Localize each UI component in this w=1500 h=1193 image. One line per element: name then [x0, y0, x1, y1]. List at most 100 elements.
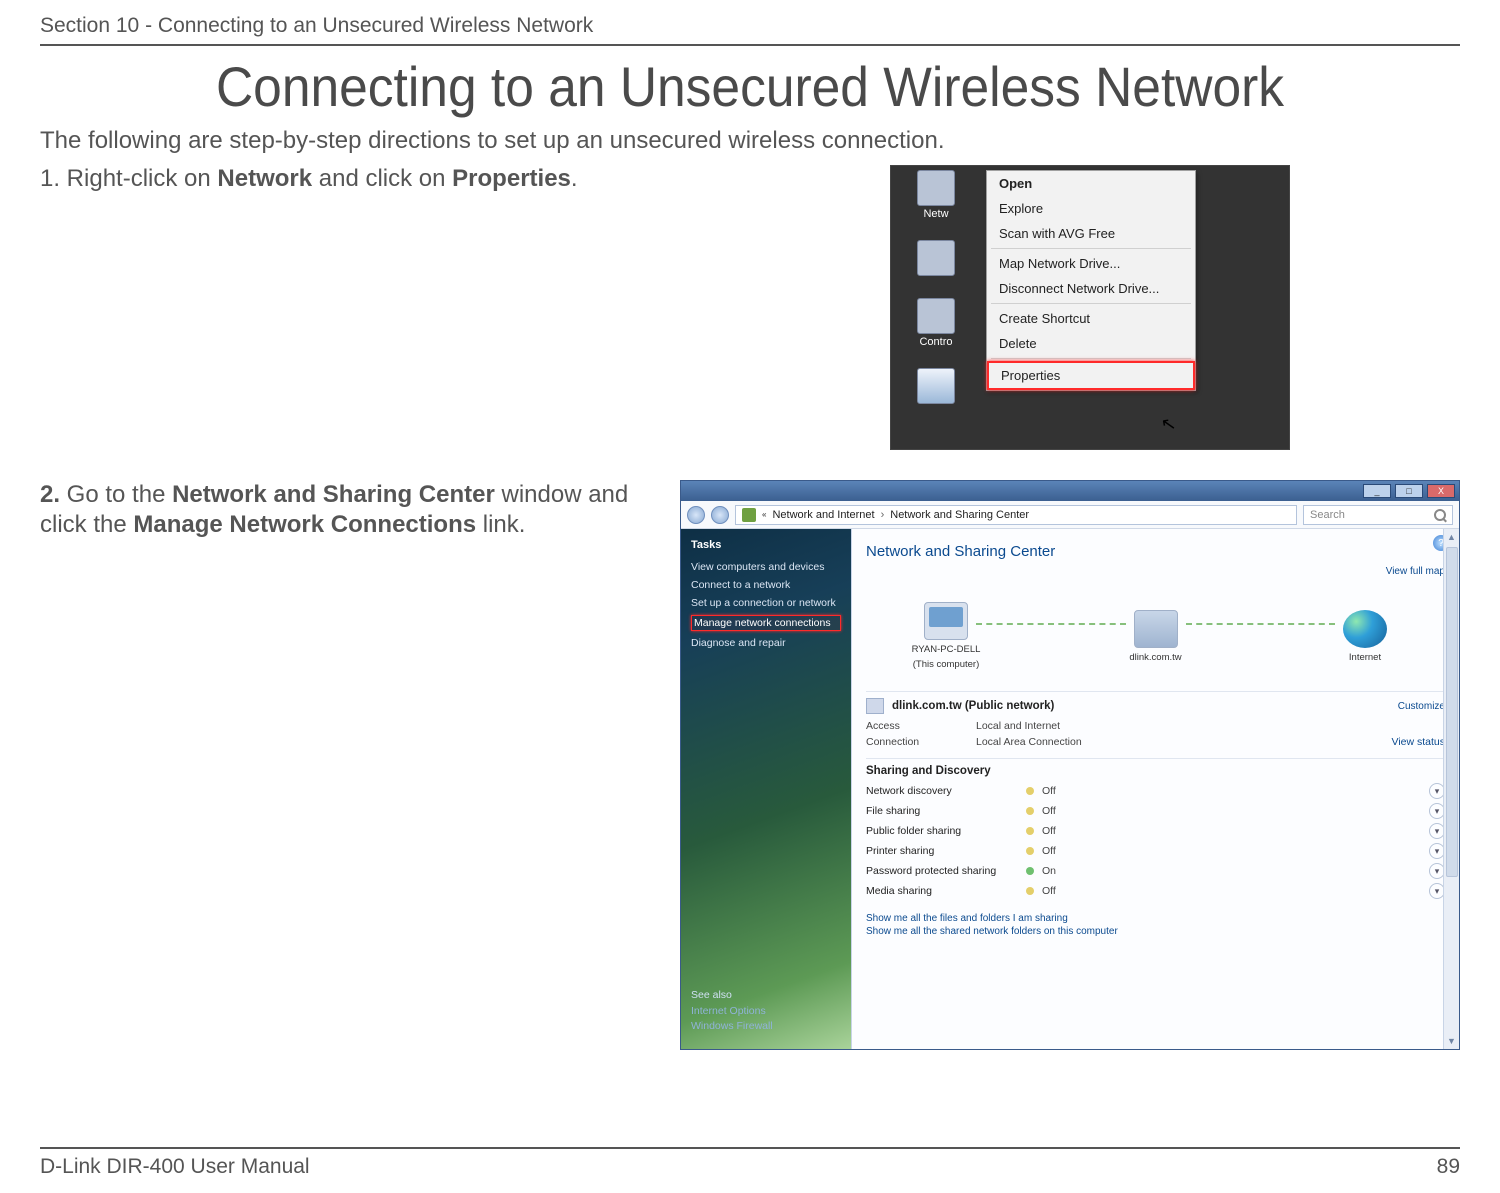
nav-forward-button[interactable]	[711, 506, 729, 524]
intro-text: The following are step-by-step direction…	[40, 127, 1460, 155]
context-menu-separator	[991, 248, 1191, 249]
nav-back-button[interactable]	[687, 506, 705, 524]
breadcrumb-bullet: «	[762, 510, 766, 519]
scrollbar-down-arrow-icon[interactable]: ▼	[1444, 1033, 1459, 1049]
step1-bold-network: Network	[217, 165, 312, 192]
breadcrumb-icon	[742, 508, 756, 522]
rule-top	[40, 44, 1460, 46]
content-title: Network and Sharing Center	[866, 543, 1445, 560]
view-status-link[interactable]: View status	[1392, 736, 1446, 748]
map-line-icon	[976, 623, 1126, 625]
sd-value: Off	[1042, 805, 1056, 817]
connection-value: Local Area Connection	[976, 736, 1392, 748]
step2-pre: Go to the	[60, 481, 172, 508]
context-menu-separator	[991, 303, 1191, 304]
desktop-icons-column: Netw Contro	[891, 166, 981, 449]
sd-row-network-discovery[interactable]: Network discovery Off ▾	[866, 783, 1445, 799]
page-title: Connecting to an Unsecured Wireless Netw…	[97, 54, 1403, 119]
sd-row-media-sharing[interactable]: Media sharing Off ▾	[866, 883, 1445, 899]
sd-row-printer-sharing[interactable]: Printer sharing Off ▾	[866, 843, 1445, 859]
tasks-panel: Tasks View computers and devices Connect…	[681, 529, 851, 1049]
context-menu-item-explore[interactable]: Explore	[987, 196, 1195, 221]
sd-value: Off	[1042, 885, 1056, 897]
content-panel: ? Network and Sharing Center View full m…	[851, 529, 1459, 1049]
sd-row-password-protected[interactable]: Password protected sharing On ▾	[866, 863, 1445, 879]
step2-number: 2.	[40, 481, 60, 508]
task-view-computers[interactable]: View computers and devices	[691, 561, 841, 573]
scrollbar-vertical[interactable]: ▲ ▼	[1443, 529, 1459, 1049]
gateway-icon	[1134, 610, 1178, 648]
task-manage-connections[interactable]: Manage network connections	[691, 615, 841, 631]
breadcrumb-sep-icon: ›	[881, 509, 885, 521]
scrollbar-up-arrow-icon[interactable]: ▲	[1444, 529, 1459, 545]
screenshot-network-sharing-center: _ □ X « Network and Internet › Network a…	[680, 480, 1460, 1050]
scrollbar-thumb[interactable]	[1446, 547, 1458, 877]
sharing-discovery-section: Sharing and Discovery Network discovery …	[866, 758, 1445, 903]
sd-key: Media sharing	[866, 885, 1026, 897]
tasks-header: Tasks	[691, 539, 841, 551]
desktop-icon-generic	[917, 240, 955, 278]
context-menu-item-open[interactable]: Open	[987, 171, 1195, 196]
footer-left: D-Link DIR-400 User Manual	[40, 1155, 310, 1179]
task-connect-network[interactable]: Connect to a network	[691, 579, 841, 591]
network-block-name: dlink.com.tw (Public network)	[892, 700, 1054, 712]
sd-value: Off	[1042, 785, 1056, 797]
bottom-links: Show me all the files and folders I am s…	[866, 911, 1445, 939]
context-menu-item-properties[interactable]: Properties	[987, 361, 1195, 390]
see-also-windows-firewall[interactable]: Windows Firewall	[691, 1020, 773, 1032]
screenshot-context-menu: Netw Contro Open Explore Scan wit	[890, 165, 1290, 450]
step1-mid: and click on	[312, 165, 452, 192]
context-menu-item-map-drive[interactable]: Map Network Drive...	[987, 251, 1195, 276]
breadcrumb-part1[interactable]: Network and Internet	[772, 509, 874, 521]
map-internet-label: Internet	[1349, 652, 1381, 663]
desktop-icon-label: Contro	[919, 336, 952, 348]
window-titlebar[interactable]: _ □ X	[681, 481, 1459, 501]
task-diagnose-repair[interactable]: Diagnose and repair	[691, 637, 841, 649]
context-menu[interactable]: Open Explore Scan with AVG Free Map Netw…	[986, 170, 1196, 391]
status-dot-icon	[1026, 787, 1034, 795]
map-node-internet: Internet	[1315, 610, 1415, 663]
sharing-discovery-title: Sharing and Discovery	[866, 765, 1445, 777]
network-map: RYAN-PC-DELL (This computer) dlink.com.t…	[866, 581, 1445, 691]
view-full-map-link[interactable]: View full map	[1386, 566, 1445, 577]
search-icon	[1434, 509, 1446, 521]
sd-key: Printer sharing	[866, 845, 1026, 857]
see-also-internet-options[interactable]: Internet Options	[691, 1005, 773, 1017]
sd-value: Off	[1042, 845, 1056, 857]
step1-bold-properties: Properties	[452, 165, 571, 192]
sd-row-file-sharing[interactable]: File sharing Off ▾	[866, 803, 1445, 819]
window-maximize-button[interactable]: □	[1395, 484, 1423, 498]
step2-post: link.	[476, 511, 525, 538]
context-menu-item-scan-avg[interactable]: Scan with AVG Free	[987, 221, 1195, 246]
customize-link[interactable]: Customize	[1398, 701, 1445, 712]
link-show-shared-folders[interactable]: Show me all the shared network folders o…	[866, 926, 1445, 937]
breadcrumb-bar[interactable]: « Network and Internet › Network and Sha…	[735, 505, 1297, 525]
link-show-files-sharing[interactable]: Show me all the files and folders I am s…	[866, 913, 1445, 924]
rule-bottom	[40, 1147, 1460, 1149]
search-placeholder: Search	[1310, 509, 1345, 521]
map-pc-sub: (This computer)	[913, 659, 980, 670]
access-key: Access	[866, 720, 976, 732]
map-pc-name: RYAN-PC-DELL	[912, 644, 981, 655]
window-minimize-button[interactable]: _	[1363, 484, 1391, 498]
map-node-gateway: dlink.com.tw	[1106, 610, 1206, 663]
status-dot-icon	[1026, 887, 1034, 895]
network-block: dlink.com.tw (Public network) Customize …	[866, 691, 1445, 758]
window-close-button[interactable]: X	[1427, 484, 1455, 498]
sd-row-public-folder[interactable]: Public folder sharing Off ▾	[866, 823, 1445, 839]
section-header: Section 10 - Connecting to an Unsecured …	[40, 14, 1460, 44]
task-setup-connection[interactable]: Set up a connection or network	[691, 597, 841, 609]
sd-key: Public folder sharing	[866, 825, 1026, 837]
context-menu-item-disconnect-drive[interactable]: Disconnect Network Drive...	[987, 276, 1195, 301]
map-gw-name: dlink.com.tw	[1129, 652, 1181, 663]
breadcrumb-part2[interactable]: Network and Sharing Center	[890, 509, 1029, 521]
search-input[interactable]: Search	[1303, 505, 1453, 525]
page-footer: D-Link DIR-400 User Manual 89	[40, 1147, 1460, 1179]
address-bar-row: « Network and Internet › Network and Sha…	[681, 501, 1459, 529]
pc-icon	[924, 602, 968, 640]
see-also-label: See also	[691, 989, 773, 1001]
context-menu-separator	[991, 358, 1191, 359]
context-menu-item-create-shortcut[interactable]: Create Shortcut	[987, 306, 1195, 331]
context-menu-item-delete[interactable]: Delete	[987, 331, 1195, 356]
map-line-icon	[1186, 623, 1336, 625]
